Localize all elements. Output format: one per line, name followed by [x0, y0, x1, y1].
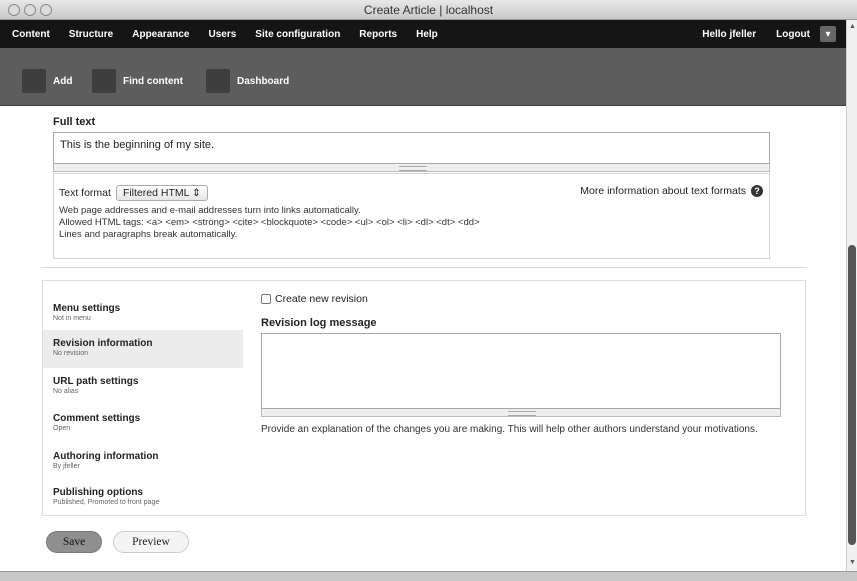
find-content-icon — [92, 69, 116, 93]
revision-log-description: Provide an explanation of the changes yo… — [261, 424, 758, 435]
menu-item-reports[interactable]: Reports — [359, 29, 397, 40]
help-icon: ? — [751, 185, 763, 197]
vtab-name: Menu settings — [53, 303, 121, 314]
create-revision-label[interactable]: Create new revision — [275, 293, 368, 305]
more-info-label: More information about text formats — [580, 185, 746, 197]
vtab-revision-information[interactable]: Revision information No revision — [43, 330, 243, 368]
scroll-down-arrow-icon[interactable]: ▼ — [848, 558, 857, 568]
revision-information-pane: Create new revision Revision log message… — [248, 281, 803, 515]
window-bottom-edge — [0, 571, 857, 581]
create-revision-row: Create new revision — [261, 293, 368, 305]
vtab-menu-settings[interactable]: Menu settings Not in menu — [43, 295, 243, 333]
scroll-up-arrow-icon[interactable]: ▲ — [848, 22, 857, 32]
vtab-summary: No alias — [53, 388, 79, 395]
text-format-selected: Filtered HTML — [122, 187, 190, 199]
shortcuts-toggle-button[interactable]: ▾ — [820, 26, 836, 42]
vtab-comment-settings[interactable]: Comment settings Open — [43, 405, 243, 443]
save-button[interactable]: Save — [46, 531, 102, 553]
page-scrollbar[interactable]: ▲ ▼ — [846, 20, 857, 571]
window-title: Create Article | localhost — [363, 3, 494, 17]
dashboard-icon — [206, 69, 230, 93]
vtab-url-path-settings[interactable]: URL path settings No alias — [43, 368, 243, 406]
shortcut-label: Find content — [123, 75, 183, 87]
preview-button[interactable]: Preview — [113, 531, 189, 553]
full-text-resize-handle[interactable] — [53, 164, 770, 172]
text-format-more-info-link[interactable]: More information about text formats ? — [580, 185, 763, 197]
logout-link[interactable]: Logout — [776, 29, 810, 40]
format-tip: Web page addresses and e-mail addresses … — [59, 205, 361, 216]
user-box: Hello jfeller Logout ▾ — [682, 20, 836, 48]
select-arrows-icon: ⇕ — [191, 187, 201, 199]
vertical-tabs-list: Menu settings Not in menu Revision infor… — [43, 281, 243, 515]
menu-item-help[interactable]: Help — [416, 29, 438, 40]
window-title-bar: Create Article | localhost — [0, 0, 857, 20]
revision-log-textarea[interactable] — [261, 333, 781, 409]
format-tip: Lines and paragraphs break automatically… — [59, 229, 238, 240]
add-icon — [22, 69, 46, 93]
vtab-name: Revision information — [53, 338, 153, 349]
vtab-summary: No revision — [53, 350, 89, 357]
revision-log-label: Revision log message — [261, 317, 377, 329]
vtab-name: Comment settings — [53, 413, 141, 424]
menu-item-site-configuration[interactable]: Site configuration — [255, 29, 340, 40]
shortcut-label: Add — [53, 75, 73, 87]
vtab-publishing-options[interactable]: Publishing options Published, Promoted t… — [43, 479, 243, 517]
vtab-summary: Open — [53, 425, 71, 432]
full-text-label: Full text — [53, 116, 96, 128]
vtab-summary: Published, Promoted to front page — [53, 499, 160, 506]
vtab-name: URL path settings — [53, 376, 139, 387]
scrollbar-thumb[interactable] — [848, 245, 856, 545]
revision-log-resize-handle[interactable] — [261, 409, 781, 417]
admin-toolbar: Content Structure Appearance Users Site … — [0, 20, 846, 48]
text-format-label: Text format — [59, 187, 111, 199]
text-format-select[interactable]: Filtered HTML ⇕ — [115, 185, 208, 201]
menu-item-content[interactable]: Content — [12, 29, 50, 40]
text-format-wrapper: Text format Filtered HTML ⇕ More informa… — [53, 173, 770, 259]
menu-item-appearance[interactable]: Appearance — [132, 29, 189, 40]
text-format-row: Text format Filtered HTML ⇕ — [59, 185, 208, 201]
format-tip: Allowed HTML tags: <a> <em> <strong> <ci… — [59, 217, 480, 228]
chevron-down-icon: ▾ — [825, 28, 831, 40]
shortcut-add[interactable]: Add — [22, 69, 72, 93]
vertical-tabs: Menu settings Not in menu Revision infor… — [42, 280, 806, 516]
section-divider — [42, 267, 806, 268]
vtab-summary: Not in menu — [53, 315, 91, 322]
vtab-summary: By jfeller — [53, 463, 80, 470]
node-edit-form: Full text This is the beginning of my si… — [0, 107, 846, 571]
text-format-tips: Web page addresses and e-mail addresses … — [59, 205, 480, 241]
vtab-name: Authoring information — [53, 451, 159, 462]
shortcut-dashboard[interactable]: Dashboard — [206, 69, 289, 93]
user-greeting-link[interactable]: Hello jfeller — [702, 29, 756, 40]
shortcut-label: Dashboard — [237, 75, 290, 87]
shortcut-find-content[interactable]: Find content — [92, 69, 183, 93]
menu-item-users[interactable]: Users — [208, 29, 236, 40]
vtab-name: Publishing options — [53, 487, 143, 498]
full-text-textarea[interactable]: This is the beginning of my site. — [53, 132, 770, 164]
shortcuts-bar: Add Find content Dashboard — [0, 48, 846, 106]
create-revision-checkbox[interactable] — [261, 294, 271, 304]
vtab-authoring-information[interactable]: Authoring information By jfeller — [43, 443, 243, 481]
admin-menu: Content Structure Appearance Users Site … — [12, 20, 457, 48]
menu-item-structure[interactable]: Structure — [69, 29, 113, 40]
